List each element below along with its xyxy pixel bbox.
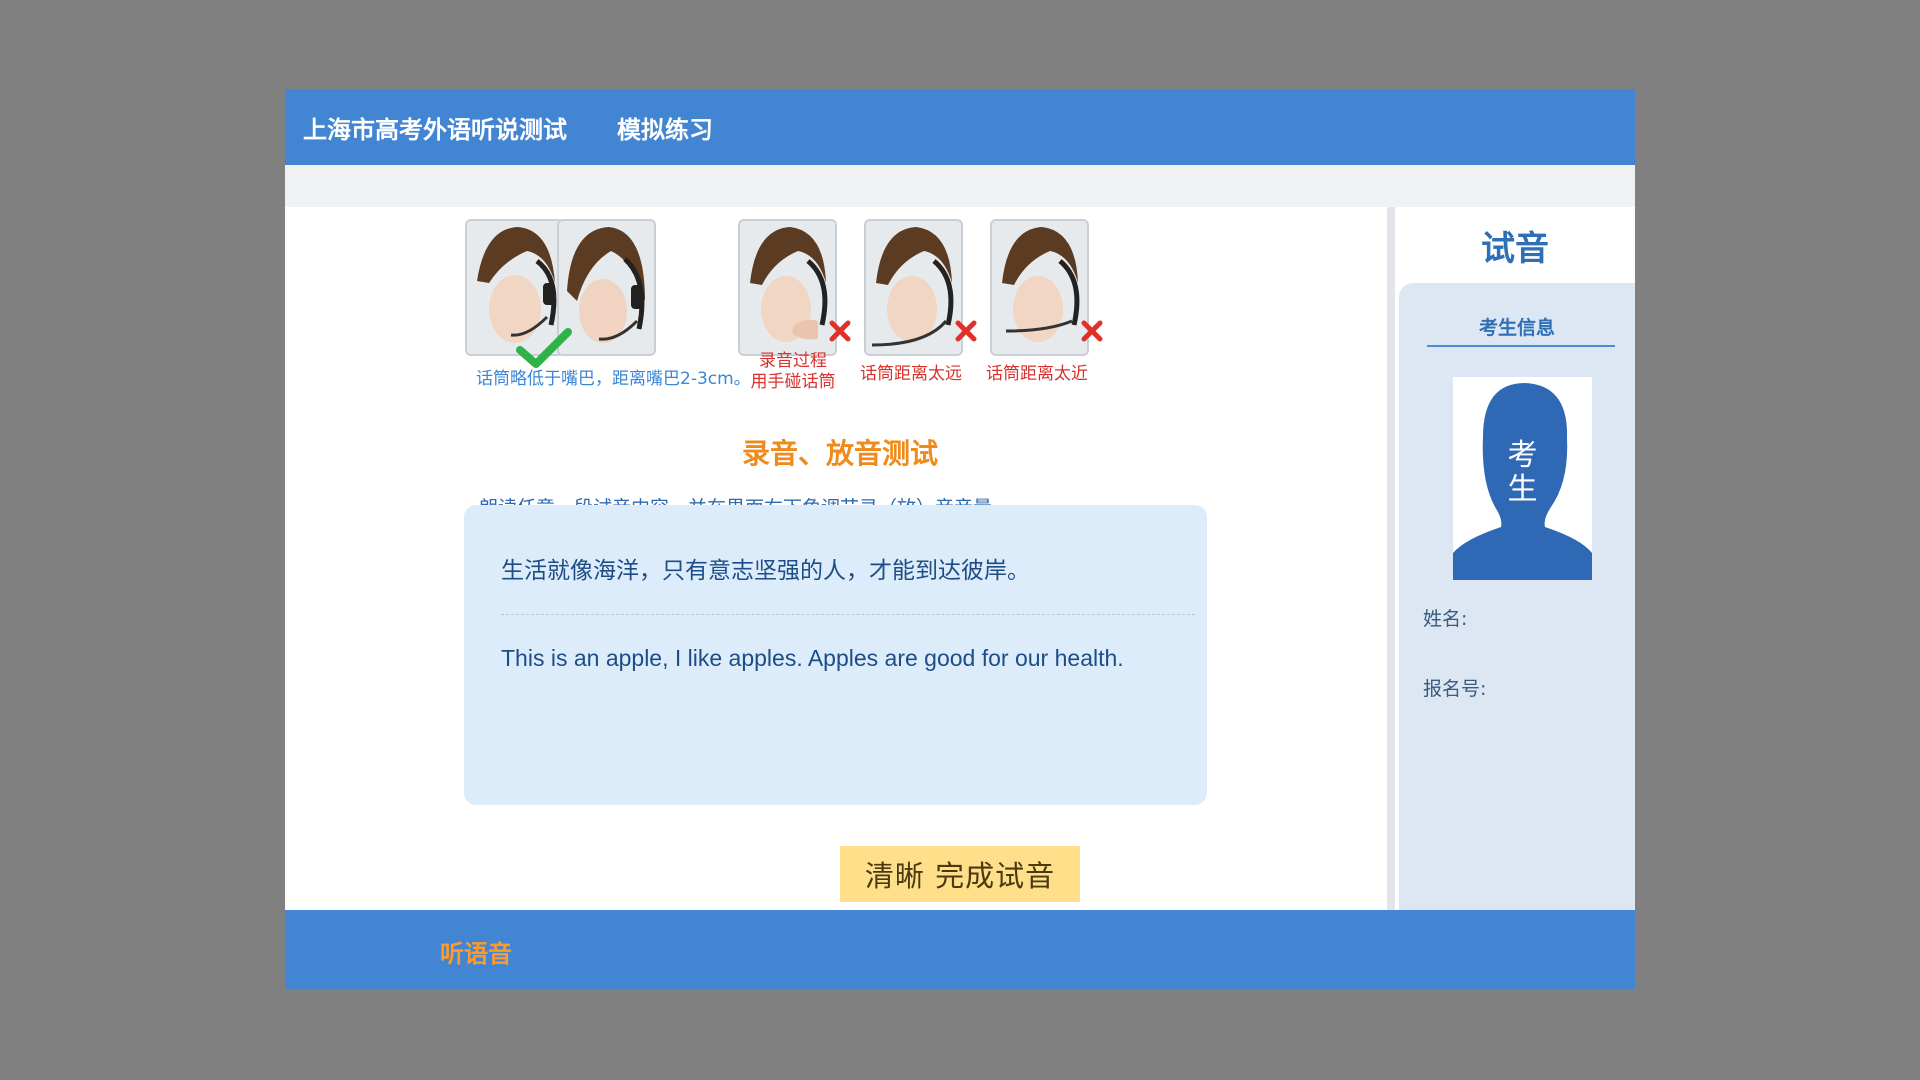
candidate-info-panel: 考生信息 考 生 姓名: 报名号: bbox=[1399, 283, 1635, 910]
sample-text-english: This is an apple, I like apples. Apples … bbox=[501, 645, 1124, 671]
header-bar: 上海市高考外语听说测试 模拟练习 bbox=[285, 89, 1635, 165]
mode-label: 模拟练习 bbox=[617, 115, 713, 144]
app-window: 上海市高考外语听说测试 模拟练习 话筒略低于嘴巴，距离嘴巴2-3cm。 录音过程… bbox=[285, 89, 1635, 989]
sample-text-box: 生活就像海洋，只有意志坚强的人，才能到达彼岸。 This is an apple… bbox=[464, 505, 1207, 805]
app-title: 上海市高考外语听说测试 bbox=[303, 115, 567, 144]
cross-icon bbox=[1081, 320, 1103, 342]
sidebar: 试音 考生信息 考 生 姓名: 报名号: bbox=[1395, 207, 1635, 910]
face-wrong-far-image bbox=[864, 219, 963, 356]
avatar-label: 考 生 bbox=[1507, 438, 1538, 507]
footer-bar: 听语音 bbox=[285, 910, 1635, 989]
finish-audio-test-button[interactable]: 清晰 完成试音 bbox=[840, 846, 1080, 902]
sub-header-strip bbox=[285, 165, 1635, 207]
main-panel: 话筒略低于嘴巴，距离嘴巴2-3cm。 录音过程 用手碰话筒 话筒距离太远 话筒距… bbox=[285, 207, 1387, 910]
sample-divider bbox=[501, 614, 1195, 615]
face-wrong-touch-image bbox=[738, 219, 837, 356]
candidate-info-rule bbox=[1427, 345, 1615, 347]
wrong-caption-near: 话筒距离太近 bbox=[986, 364, 1088, 384]
wrong-caption-touch: 录音过程 用手碰话筒 bbox=[750, 351, 836, 392]
wrong-caption-far: 话筒距离太远 bbox=[860, 364, 962, 384]
sample-text-chinese: 生活就像海洋，只有意志坚强的人，才能到达彼岸。 bbox=[501, 558, 1030, 584]
sidebar-title: 试音 bbox=[1481, 228, 1549, 269]
candidate-info-label: 考生信息 bbox=[1478, 317, 1555, 339]
candidate-reg-label: 报名号: bbox=[1423, 678, 1487, 700]
test-heading: 录音、放音测试 bbox=[742, 437, 939, 470]
correct-caption: 话筒略低于嘴巴，距离嘴巴2-3cm。 bbox=[476, 369, 751, 389]
candidate-avatar: 考 生 bbox=[1453, 377, 1592, 580]
cross-icon bbox=[829, 320, 851, 342]
face-wrong-near-image bbox=[990, 219, 1089, 356]
cross-icon bbox=[955, 320, 977, 342]
panel-divider bbox=[1387, 207, 1395, 910]
candidate-name-label: 姓名: bbox=[1423, 608, 1468, 630]
listen-audio-button[interactable]: 听语音 bbox=[440, 934, 512, 969]
